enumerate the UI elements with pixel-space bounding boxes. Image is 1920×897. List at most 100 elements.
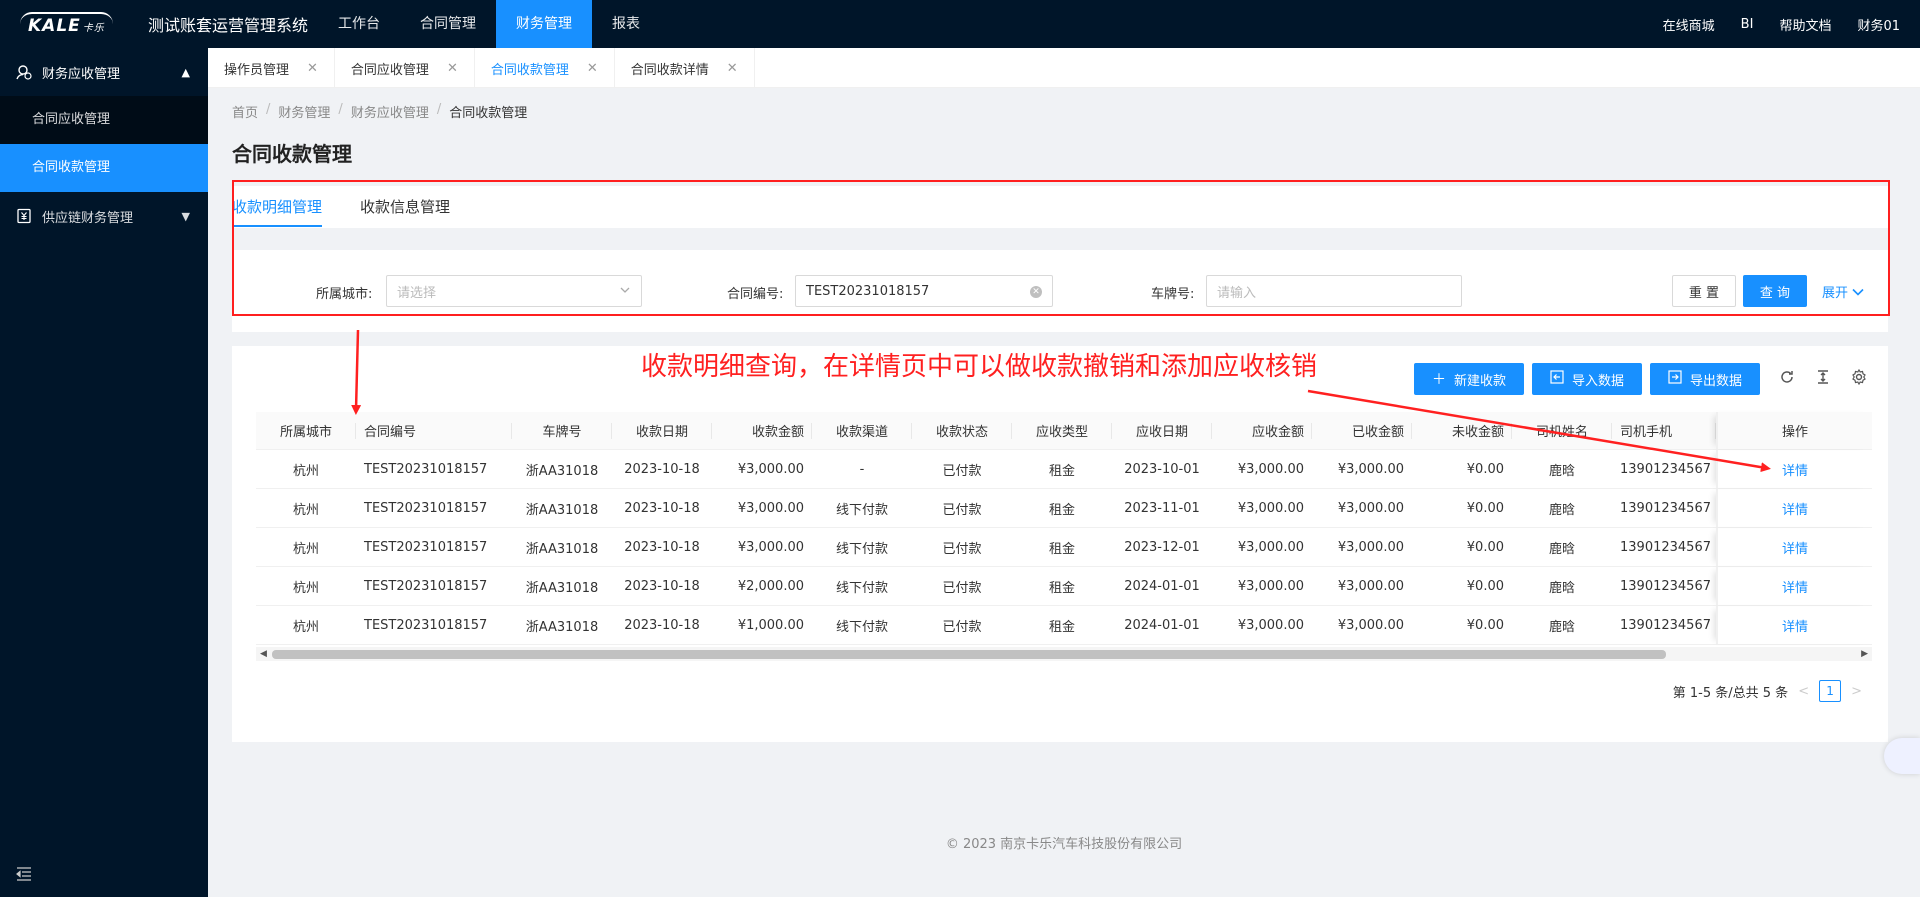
cell-city: 杭州	[292, 502, 319, 518]
table-header: 所属城市 合同编号 车牌号 收款日期 收款金额 收款渠道 收款状态 应收类型 应…	[256, 412, 1872, 450]
cell-received-amount: ¥3,000.00	[1337, 461, 1404, 477]
column-height-icon[interactable]	[1814, 369, 1832, 387]
scroll-left-icon[interactable]: ◀	[260, 647, 267, 661]
sidebar-group-receivables[interactable]: 财务应收管理 ▲	[0, 48, 208, 96]
breadcrumb-current: 合同收款管理	[449, 106, 528, 121]
page-title: 合同收款管理	[232, 142, 352, 166]
table-row: 杭州 TEST20231018157 浙AA31018 2023-10-18 ¥…	[256, 606, 1872, 645]
cell-collect-amount: ¥1,000.00	[737, 617, 804, 633]
close-icon[interactable]: ✕	[727, 61, 738, 76]
cell-unreceived-amount: ¥0.00	[1466, 500, 1504, 516]
chevron-right-icon[interactable]: >	[1851, 684, 1862, 699]
sidebar-group-supply-chain[interactable]: 供应链财务管理 ▼	[0, 192, 208, 240]
close-icon[interactable]: ✕	[307, 61, 318, 76]
col-driver-name: 司机姓名	[1512, 412, 1612, 449]
detail-link[interactable]: 详情	[1782, 538, 1808, 557]
cell-status: 已付款	[942, 463, 982, 479]
sidebar: 财务应收管理 ▲ 合同应收管理 合同收款管理 供应链财务管理 ▼	[0, 48, 208, 897]
collection-table: 所属城市 合同编号 车牌号 收款日期 收款金额 收款渠道 收款状态 应收类型 应…	[256, 412, 1872, 645]
cell-plate: 浙AA31018	[525, 463, 599, 479]
cell-receivable-date: 2023-12-01	[1124, 539, 1200, 555]
cell-receivable-date: 2023-11-01	[1124, 500, 1200, 516]
export-icon	[1668, 370, 1682, 388]
button-label: 新建收款	[1453, 373, 1506, 389]
cell-receivable-date: 2024-01-01	[1124, 617, 1200, 633]
pagination: 第 1-5 条/总共 5 条 < 1 >	[1673, 680, 1872, 702]
col-city: 所属城市	[256, 412, 356, 449]
cell-action: 详情	[1716, 606, 1872, 644]
annotation-text: 收款明细查询，在详情页中可以做收款撤销和添加应收核销	[641, 352, 1318, 382]
page-tabs: 操作员管理 ✕ 合同应收管理 ✕ 合同收款管理 ✕ 合同收款详情 ✕	[208, 48, 1920, 88]
col-collect-amount: 收款金额	[712, 412, 812, 449]
detail-link[interactable]: 详情	[1782, 616, 1808, 635]
online-mall-link[interactable]: 在线商城	[1663, 15, 1715, 34]
detail-link[interactable]: 详情	[1782, 460, 1808, 479]
new-collection-button[interactable]: ＋ 新建收款	[1414, 363, 1524, 395]
cell-status: 已付款	[942, 541, 982, 557]
cell-status: 已付款	[942, 580, 982, 596]
cell-unreceived-amount: ¥0.00	[1466, 578, 1504, 594]
cell-city: 杭州	[292, 541, 319, 557]
cell-receivable-type: 租金	[1048, 580, 1075, 596]
menu-collapse-icon[interactable]	[16, 867, 32, 881]
tab-operator[interactable]: 操作员管理 ✕	[208, 48, 335, 88]
scrollbar-thumb[interactable]	[272, 650, 1666, 659]
table-row: 杭州 TEST20231018157 浙AA31018 2023-10-18 ¥…	[256, 567, 1872, 606]
detail-link[interactable]: 详情	[1782, 499, 1808, 518]
cell-driver-phone: 13901234567	[1620, 578, 1711, 594]
page-number[interactable]: 1	[1819, 680, 1842, 702]
breadcrumb-home[interactable]: 首页	[232, 102, 258, 121]
floating-assistant-icon[interactable]	[1884, 738, 1920, 774]
col-contract-no: 合同编号	[356, 412, 512, 449]
close-icon[interactable]: ✕	[587, 61, 598, 76]
cell-collect-date: 2023-10-18	[624, 461, 700, 477]
logo-text: KALE 卡乐	[20, 12, 113, 36]
chevron-left-icon[interactable]: <	[1798, 684, 1809, 699]
tab-collection-detail[interactable]: 合同收款详情 ✕	[615, 48, 755, 88]
bi-link[interactable]: BI	[1741, 17, 1754, 32]
scroll-right-icon[interactable]: ▶	[1861, 647, 1868, 661]
help-docs-link[interactable]: 帮助文档	[1779, 15, 1831, 34]
logo[interactable]: KALE 卡乐	[20, 9, 128, 39]
cell-received-amount: ¥3,000.00	[1337, 500, 1404, 516]
cell-collect-amount: ¥2,000.00	[737, 578, 804, 594]
import-button[interactable]: 导入数据	[1532, 363, 1642, 395]
cell-received-amount: ¥3,000.00	[1337, 578, 1404, 594]
col-unreceived-amount: 未收金额	[1412, 412, 1512, 449]
cell-plate: 浙AA31018	[525, 619, 599, 635]
cell-plate: 浙AA31018	[525, 541, 599, 557]
cell-city: 杭州	[292, 463, 319, 479]
tab-contract-collection[interactable]: 合同收款管理 ✕	[475, 48, 615, 88]
cell-channel: 线下付款	[835, 541, 888, 557]
sidebar-item-contract-receivable[interactable]: 合同应收管理	[0, 96, 208, 144]
sidebar-item-contract-collection[interactable]: 合同收款管理	[0, 144, 208, 192]
settings-gear-icon[interactable]	[1850, 368, 1868, 387]
close-icon[interactable]: ✕	[447, 61, 458, 76]
tab-contract-receivable[interactable]: 合同应收管理 ✕	[335, 48, 475, 88]
nav-contract[interactable]: 合同管理	[400, 0, 496, 48]
cell-driver-name: 鹿晗	[1548, 502, 1575, 518]
horizontal-scrollbar[interactable]: ◀ ▶	[256, 647, 1872, 661]
cell-status: 已付款	[942, 619, 982, 635]
top-right-links: 在线商城 BI 帮助文档 财务01	[1637, 0, 1900, 48]
nav-workbench[interactable]: 工作台	[318, 0, 400, 48]
cell-channel: 线下付款	[835, 619, 888, 635]
col-received-amount: 已收金额	[1312, 412, 1412, 449]
breadcrumb-receivables[interactable]: 财务应收管理	[351, 102, 429, 121]
cell-driver-phone: 13901234567	[1620, 500, 1711, 516]
cell-collect-amount: ¥3,000.00	[737, 461, 804, 477]
sidebar-group-label: 供应链财务管理	[42, 210, 134, 226]
cell-channel: -	[859, 461, 865, 477]
yen-doc-icon	[16, 208, 32, 224]
export-button[interactable]: 导出数据	[1650, 363, 1760, 395]
detail-link[interactable]: 详情	[1782, 577, 1808, 596]
cell-receivable-amount: ¥3,000.00	[1237, 617, 1304, 633]
cell-collect-amount: ¥3,000.00	[737, 539, 804, 555]
breadcrumb-finance[interactable]: 财务管理	[278, 102, 330, 121]
cell-received-amount: ¥3,000.00	[1337, 539, 1404, 555]
cell-driver-name: 鹿晗	[1548, 541, 1575, 557]
refresh-icon[interactable]	[1778, 369, 1796, 387]
nav-finance[interactable]: 财务管理	[496, 0, 592, 48]
user-menu[interactable]: 财务01	[1857, 15, 1900, 34]
nav-report[interactable]: 报表	[592, 0, 660, 48]
